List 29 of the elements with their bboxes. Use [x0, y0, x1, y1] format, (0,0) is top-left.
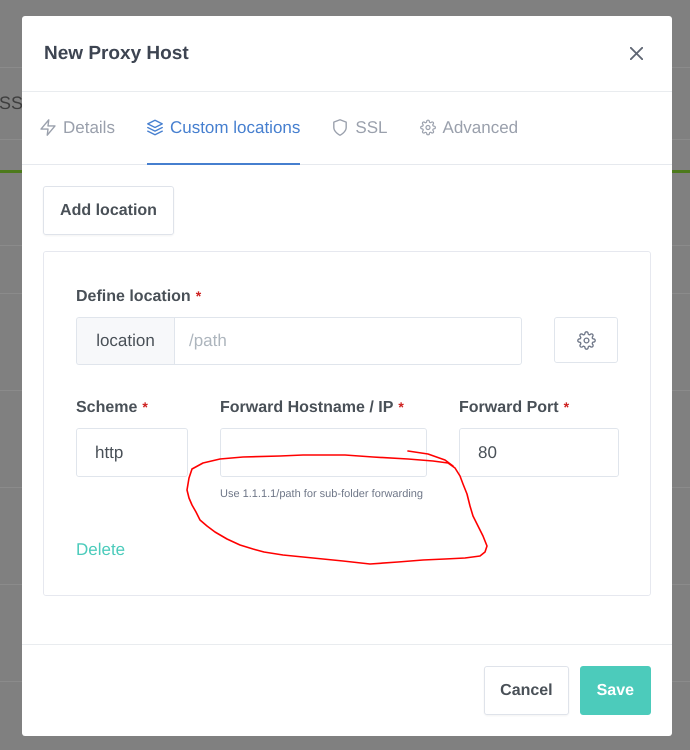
hostname-input[interactable]	[220, 428, 427, 477]
required-mark: *	[142, 399, 148, 415]
field-label: Scheme	[76, 399, 138, 417]
tab[interactable]: Advanced	[420, 92, 518, 165]
field-label: Forward Hostname / IP	[220, 399, 394, 417]
settings-button[interactable]	[554, 317, 618, 363]
required-mark: *	[196, 288, 202, 304]
path-input-field[interactable]: /path	[174, 317, 522, 365]
settings-icon	[576, 330, 596, 350]
scheme-input[interactable]: http	[76, 428, 188, 477]
tab[interactable]: Custom locations	[146, 92, 300, 165]
location-prefix: location	[76, 317, 174, 365]
field-label: Define location	[76, 288, 191, 306]
tab[interactable]: SSL	[332, 92, 388, 165]
tab[interactable]: Details	[40, 92, 115, 165]
add-location-button[interactable]: Add location	[43, 186, 174, 235]
hint-text: Use 1.1.1.1/path for sub-folder forwarding	[220, 488, 424, 500]
cancel-button[interactable]: Cancel	[484, 666, 569, 715]
shield-icon	[332, 119, 348, 136]
gear-icon	[420, 119, 436, 136]
port-input[interactable]: 80	[459, 428, 619, 477]
close-icon[interactable]	[630, 47, 643, 60]
field-label: Forward Port	[459, 399, 559, 417]
dialog-title: New Proxy Host	[44, 42, 189, 64]
lightning-icon	[40, 119, 56, 136]
background-text: SS	[0, 93, 24, 114]
required-mark: *	[564, 399, 570, 415]
required-mark: *	[398, 399, 404, 415]
layers-icon	[146, 119, 163, 136]
